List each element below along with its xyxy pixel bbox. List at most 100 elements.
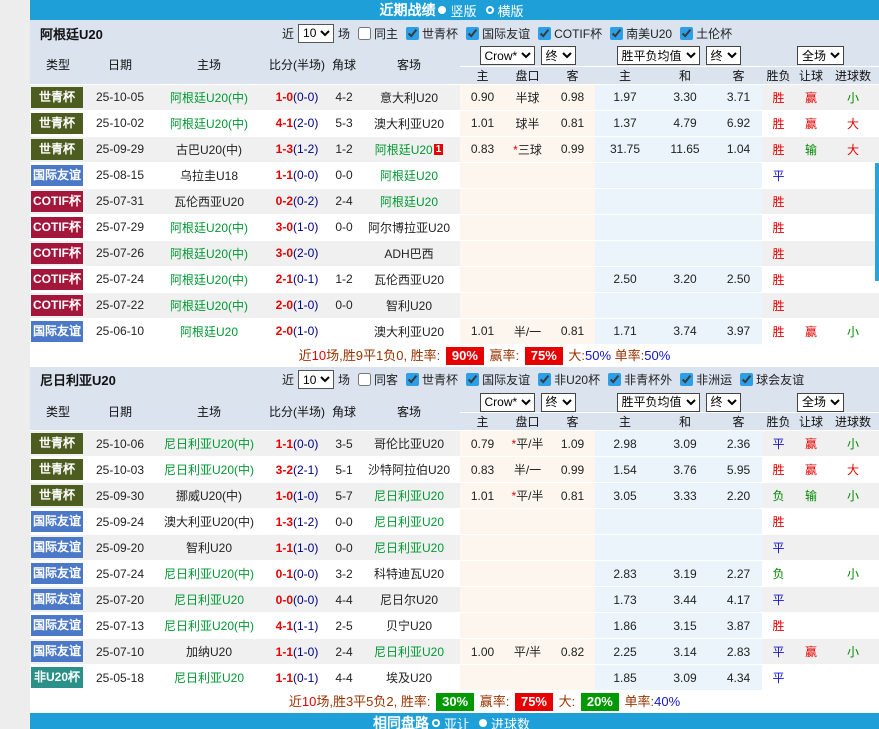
crow-odds-select[interactable]: Crow*	[480, 46, 535, 65]
league-tag: 国际友谊	[31, 165, 83, 186]
trend-option-label[interactable]: 亚让	[444, 714, 470, 729]
summary-text: 50%	[644, 348, 670, 363]
summary-text: 单率:	[611, 348, 644, 363]
score-cell: 4-1(1-1)	[264, 613, 330, 639]
crow-home-odds	[460, 587, 505, 613]
result-goals	[827, 587, 879, 613]
crow-final-select[interactable]: 终	[541, 393, 576, 412]
table-row: 世青杯25-09-29古巴U20(中)1-3(1-2)1-2阿根廷U2010.8…	[30, 136, 879, 162]
result-goals	[827, 188, 879, 214]
result-goals	[827, 535, 879, 561]
table-row: COTIF杯25-07-29阿根廷U20(中)3-0(1-0)0-0阿尔博拉亚U…	[30, 214, 879, 240]
trend-radio[interactable]	[479, 719, 487, 727]
league-tag: 世青杯	[31, 139, 83, 160]
score-cell: 1-0(1-0)	[264, 483, 330, 509]
match-count-select[interactable]: 10	[298, 24, 334, 43]
crow-home-odds	[460, 240, 505, 266]
away-team-cell: 瓦伦西亚U20	[358, 266, 460, 292]
home-team-cell: 阿根廷U20(中)	[154, 240, 264, 266]
league-checkbox[interactable]	[740, 373, 753, 386]
halftime-score: (1-0)	[293, 489, 318, 503]
avg-away-odds	[715, 535, 762, 561]
match-type-cell: COTIF杯	[30, 240, 86, 266]
crow-home-odds: 0.83	[460, 136, 505, 162]
handicap-line: 半球	[505, 84, 550, 110]
home-team-cell: 智利U20	[154, 535, 264, 561]
crow-final-select[interactable]: 终	[541, 46, 576, 65]
home-team-name: 尼日利亚U20(中)	[164, 437, 254, 451]
avg-home-odds: 1.37	[595, 110, 655, 136]
league-checkbox[interactable]	[680, 27, 693, 40]
league-checkbox[interactable]	[406, 373, 419, 386]
same-venue-label: 同客	[374, 371, 398, 388]
layout-option-label[interactable]: 竖版	[450, 1, 476, 20]
full-match-select[interactable]: 全场	[797, 393, 844, 412]
avg-final-select[interactable]: 终	[706, 46, 741, 65]
crow-away-odds: 1.09	[550, 431, 595, 457]
league-tag: COTIF杯	[31, 269, 83, 290]
league-checkbox[interactable]	[538, 373, 551, 386]
home-team-cell: 尼日利亚U20(中)	[154, 457, 264, 483]
table-row: COTIF杯25-07-26阿根廷U20(中)3-0(2-0)ADH巴西胜	[30, 240, 879, 266]
score-cell: 1-1(0-0)	[264, 162, 330, 188]
avg-home-odds: 1.73	[595, 587, 655, 613]
league-tag: COTIF杯	[31, 243, 83, 264]
match-date: 25-07-24	[86, 266, 154, 292]
same-venue-checkbox[interactable]	[358, 27, 371, 40]
avg-draw-odds	[655, 162, 715, 188]
layout-option-label[interactable]: 横版	[498, 1, 524, 20]
league-checkbox[interactable]	[608, 373, 621, 386]
score-cell: 4-1(2-0)	[264, 110, 330, 136]
league-checkbox[interactable]	[680, 373, 693, 386]
halftime-score: (1-0)	[293, 541, 318, 555]
crow-home-odds: 1.01	[460, 483, 505, 509]
league-tag: 国际友谊	[31, 615, 83, 636]
league-checkbox[interactable]	[538, 27, 551, 40]
crow-odds-select[interactable]: Crow*	[480, 393, 535, 412]
same-venue-label: 同主	[374, 25, 398, 42]
league-checkbox[interactable]	[406, 27, 419, 40]
trend-option-label[interactable]: 进球数	[491, 714, 530, 729]
rate-badge: 30%	[436, 693, 474, 711]
full-match-select[interactable]: 全场	[797, 46, 844, 65]
avg-final-select[interactable]: 终	[706, 393, 741, 412]
league-checkbox[interactable]	[466, 27, 479, 40]
avg-away-odds: 2.27	[715, 561, 762, 587]
trend-radio[interactable]	[432, 719, 440, 727]
handicap-star: *	[513, 143, 518, 157]
table-row: 国际友谊25-07-24尼日利亚U20(中)0-1(0-0)3-2科特迪瓦U20…	[30, 561, 879, 587]
sub-header-4: 和	[655, 66, 715, 84]
match-count-select[interactable]: 10	[298, 370, 334, 389]
league-checkbox[interactable]	[466, 373, 479, 386]
layout-radio[interactable]	[486, 6, 494, 14]
same-venue-checkbox[interactable]	[358, 373, 371, 386]
column-header-home: 主场	[154, 46, 264, 84]
halftime-score: (1-0)	[293, 645, 318, 659]
bottom-bar: 相同盘路 亚让进球数	[30, 713, 879, 729]
result-wdl: 胜	[762, 136, 795, 162]
league-checkbox[interactable]	[610, 27, 623, 40]
wdl-average-select[interactable]: 胜平负均值	[617, 46, 700, 65]
crow-away-odds: 0.81	[550, 483, 595, 509]
corner-score: 4-4	[330, 587, 358, 613]
scrollbar-thumb[interactable]	[875, 163, 879, 281]
corner-score: 2-4	[330, 188, 358, 214]
match-type-cell: 国际友谊	[30, 639, 86, 665]
layout-radio[interactable]	[438, 6, 446, 14]
crow-odds-group: Crow* 终	[460, 393, 595, 413]
away-team-cell: 尼日利亚U20	[358, 535, 460, 561]
away-team-name: 阿根廷U20	[375, 143, 433, 157]
crow-away-odds: 0.98	[550, 84, 595, 110]
home-team-cell: 尼日利亚U20(中)	[154, 561, 264, 587]
result-handicap: 赢	[795, 84, 827, 110]
handicap-line	[505, 292, 550, 318]
wdl-average-select[interactable]: 胜平负均值	[617, 393, 700, 412]
away-team-cell: 阿根廷U20	[358, 162, 460, 188]
filter-row: 尼日利亚U20 近10场同客世青杯国际友谊非U20杯非青杯外非洲运球会友谊	[30, 367, 879, 393]
results-table-wrap: 类型日期主场比分(半场)角球客场Crow*终胜平负均值终全场主盘口客主和客胜负让…	[30, 46, 879, 345]
halftime-score: (0-1)	[293, 272, 318, 286]
match-date: 25-10-02	[86, 110, 154, 136]
sub-header-3: 主	[595, 413, 655, 431]
avg-away-odds	[715, 240, 762, 266]
team-name: 阿根廷U20	[30, 24, 280, 43]
